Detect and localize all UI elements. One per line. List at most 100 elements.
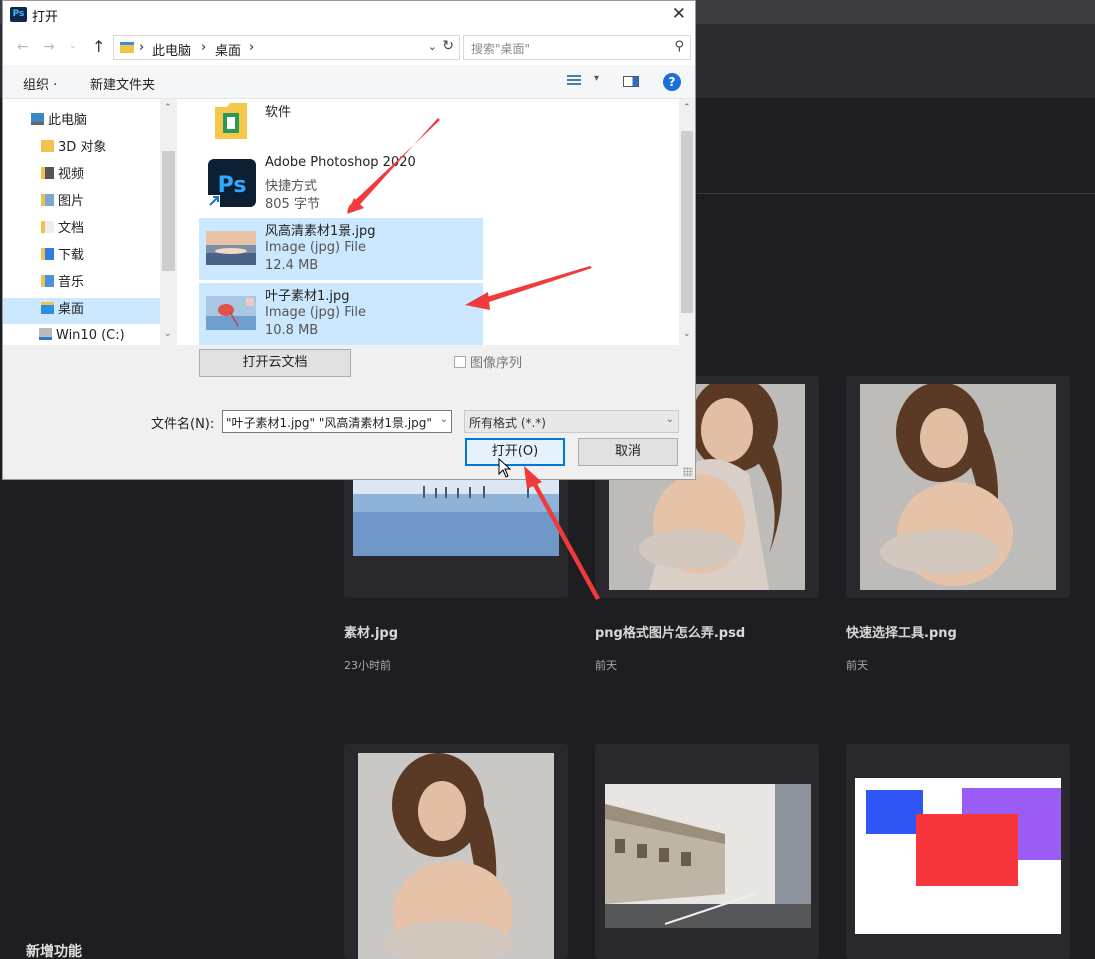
- music-folder-icon: [41, 275, 54, 287]
- scrollbar-thumb[interactable]: [162, 151, 175, 271]
- open-cloud-document-button[interactable]: 打开云文档: [199, 349, 351, 377]
- file-size: 12.4 MB: [265, 258, 319, 273]
- file-type: Image (jpg) File: [265, 240, 366, 255]
- recent-file-card-6[interactable]: [846, 744, 1070, 959]
- file-type: 快捷方式: [265, 179, 318, 194]
- breadcrumb-this-pc[interactable]: 此电脑: [152, 40, 191, 59]
- search-box[interactable]: 搜索"桌面" ⚲: [463, 35, 691, 60]
- photoshop-shortcut-icon: Ps: [208, 159, 256, 207]
- computer-icon: [31, 113, 44, 125]
- help-icon[interactable]: ?: [663, 73, 681, 91]
- recent-locations-chevron-icon[interactable]: ⌄: [69, 41, 77, 51]
- folder-icon: [215, 103, 247, 139]
- back-arrow-icon[interactable]: ←: [17, 39, 29, 55]
- 3d-objects-icon: [41, 140, 54, 152]
- search-icon[interactable]: ⚲: [674, 39, 684, 54]
- file-name: 软件: [265, 105, 292, 120]
- nav-item-this-pc[interactable]: 此电脑: [31, 109, 87, 135]
- change-view-icon[interactable]: [567, 75, 581, 87]
- address-bar[interactable]: › 此电脑 › 桌面 › ⌄ ↻: [113, 35, 460, 60]
- shapes-thumbnail: [855, 778, 1061, 934]
- recent-file-time: 前天: [846, 659, 868, 672]
- image-sequence-checkbox[interactable]: 图像序列: [454, 352, 522, 371]
- filename-label: 文件名(N):: [151, 417, 215, 432]
- nav-item-3d-objects[interactable]: 3D 对象: [41, 136, 106, 162]
- navigation-scrollbar[interactable]: ⌃ ⌄: [160, 99, 177, 345]
- file-type: Image (jpg) File: [265, 305, 366, 320]
- file-list: 软件 Ps Adobe Photoshop 2020 快捷方式 805 字节 风…: [180, 99, 695, 345]
- file-name: 叶子素材1.jpg: [265, 289, 350, 304]
- file-name: 风高清素材1景.jpg: [265, 224, 376, 239]
- breadcrumb-separator: ›: [139, 40, 145, 55]
- nav-item-downloads[interactable]: 下载: [41, 244, 84, 270]
- scroll-up-arrow-icon[interactable]: ⌃: [683, 103, 691, 113]
- file-size: 10.8 MB: [265, 323, 319, 338]
- close-icon[interactable]: ✕: [672, 4, 686, 24]
- navigation-bar: ← → ⌄ ↑ › 此电脑 › 桌面 › ⌄ ↻ 搜索"桌面" ⚲: [3, 31, 695, 65]
- file-type-select[interactable]: 所有格式 (*.*) ⌄: [464, 410, 679, 433]
- navigation-pane: 此电脑 3D 对象 视频 图片 文档 下载 音乐 桌面 Win10 (C:) ⌃…: [3, 99, 180, 345]
- search-placeholder: 搜索"桌面": [471, 42, 531, 56]
- nav-item-videos[interactable]: 视频: [41, 163, 84, 189]
- breadcrumb-desktop[interactable]: 桌面: [215, 40, 241, 59]
- ps-divider: [697, 193, 1095, 194]
- checkbox-box[interactable]: [454, 356, 466, 368]
- file-size: 805 字节: [265, 197, 320, 212]
- nav-item-music[interactable]: 音乐: [41, 271, 84, 297]
- landscape-thumbnail: [206, 231, 256, 265]
- nav-item-desktop[interactable]: 桌面: [3, 298, 160, 324]
- file-item-leaf-jpg[interactable]: 叶子素材1.jpg Image (jpg) File 10.8 MB: [199, 283, 483, 345]
- nav-item-pictures[interactable]: 图片: [41, 190, 84, 216]
- file-name: Adobe Photoshop 2020: [265, 155, 416, 170]
- drive-icon: [39, 328, 52, 340]
- chevron-down-icon[interactable]: ▾: [594, 73, 599, 84]
- breadcrumb-separator: ›: [249, 40, 255, 55]
- chevron-down-icon[interactable]: ⌄: [428, 40, 437, 53]
- forward-arrow-icon[interactable]: →: [43, 39, 55, 55]
- pictures-folder-icon: [41, 194, 54, 206]
- recent-file-card-3[interactable]: [846, 376, 1070, 598]
- mouse-cursor-icon: [498, 458, 512, 478]
- filename-input[interactable]: "叶子素材1.jpg" "风高清素材1景.jpg" ⌄: [222, 410, 452, 433]
- chevron-down-icon[interactable]: ⌄: [666, 414, 674, 425]
- photoshop-app-icon: Ps: [10, 7, 27, 22]
- dialog-title: 打开: [32, 10, 59, 25]
- recent-file-card-4[interactable]: [344, 744, 568, 959]
- recent-file-name[interactable]: 素材.jpg: [344, 622, 398, 641]
- video-folder-icon: [41, 167, 54, 179]
- file-item-folder[interactable]: 软件: [199, 99, 483, 149]
- open-button[interactable]: 打开(O): [465, 438, 565, 466]
- file-item-landscape-jpg[interactable]: 风高清素材1景.jpg Image (jpg) File 12.4 MB: [199, 218, 483, 280]
- documents-folder-icon: [41, 221, 54, 233]
- file-list-scrollbar[interactable]: ⌃ ⌄: [679, 99, 695, 345]
- scroll-up-arrow-icon[interactable]: ⌃: [164, 103, 172, 113]
- chevron-down-icon[interactable]: ⌄: [440, 414, 448, 425]
- command-bar: 组织 · 新建文件夹 ▾ ?: [3, 65, 695, 99]
- file-item-photoshop-shortcut[interactable]: Ps Adobe Photoshop 2020 快捷方式 805 字节: [199, 153, 483, 215]
- portrait-thumbnail: [358, 753, 554, 959]
- refresh-icon[interactable]: ↻: [442, 38, 454, 54]
- preview-pane-icon[interactable]: [623, 76, 639, 87]
- recent-file-time: 前天: [595, 659, 617, 672]
- organize-button[interactable]: 组织 ·: [23, 74, 57, 93]
- scroll-down-arrow-icon[interactable]: ⌄: [683, 329, 691, 339]
- recent-file-name[interactable]: 快速选择工具.png: [846, 622, 957, 641]
- scroll-down-arrow-icon[interactable]: ⌄: [164, 329, 172, 339]
- up-arrow-icon[interactable]: ↑: [92, 37, 105, 56]
- breadcrumb-separator: ›: [201, 40, 207, 55]
- desktop-folder-icon: [41, 302, 54, 314]
- new-features-heading[interactable]: 新增功能: [26, 941, 82, 959]
- svg-text:Ps: Ps: [218, 173, 247, 198]
- new-folder-button[interactable]: 新建文件夹: [90, 74, 155, 93]
- street-thumbnail: [605, 784, 811, 928]
- nav-item-documents[interactable]: 文档: [41, 217, 84, 243]
- resize-grip[interactable]: [683, 467, 693, 477]
- nav-item-c-drive[interactable]: Win10 (C:): [39, 328, 125, 345]
- open-file-dialog: Ps 打开 ✕ ← → ⌄ ↑ › 此电脑 › 桌面 › ⌄ ↻ 搜索"桌面" …: [2, 0, 696, 480]
- cancel-button[interactable]: 取消: [578, 438, 678, 466]
- dialog-title-bar: Ps 打开 ✕: [3, 1, 695, 31]
- recent-file-card-5[interactable]: [595, 744, 819, 959]
- downloads-folder-icon: [41, 248, 54, 260]
- recent-file-name[interactable]: png格式图片怎么弄.psd: [595, 622, 745, 641]
- scrollbar-thumb[interactable]: [681, 131, 693, 313]
